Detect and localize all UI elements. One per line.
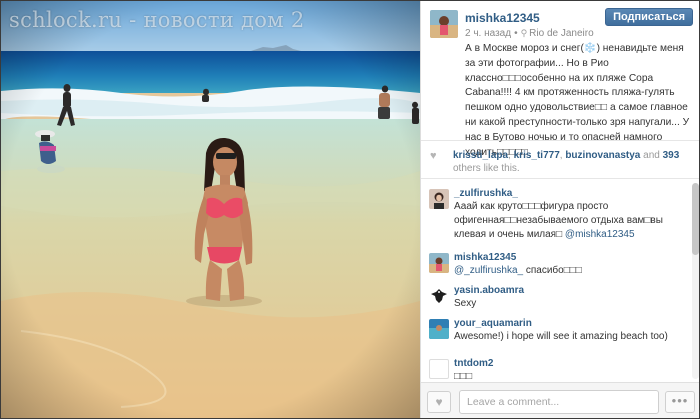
comment-body: Sexy (454, 298, 477, 309)
commenter-avatar[interactable] (429, 253, 449, 273)
more-options-button[interactable]: ••• (665, 391, 695, 413)
comment-input[interactable] (459, 390, 659, 414)
commenter-avatar[interactable] (429, 319, 449, 339)
site-watermark: schlock.ru - новости дом 2 (9, 8, 305, 32)
like-button[interactable]: ♥ (427, 391, 451, 413)
post-header: mishka12345 Подписаться 2 ч. назад • ⚲ Rio … (421, 1, 699, 158)
comment-item: mishka12345 @_zulfirushka_ спасибо□□□ (421, 252, 689, 285)
heart-icon: ♥ (435, 395, 443, 409)
comment-body: спасибо□□□ (523, 265, 582, 276)
post-photo[interactable]: schlock.ru - новости дом 2 (1, 1, 420, 418)
post-meta: 2 ч. назад • ⚲ Rio de Janeiro (465, 28, 594, 39)
comment-item: _zulfirushka_ Ааай как круто□□□фигура пр… (421, 188, 689, 252)
eagle-logo-icon (431, 289, 447, 303)
comments-scrollbar[interactable] (692, 183, 699, 379)
comment-body: Awesome!) i hope will see it amazing bea… (454, 331, 668, 342)
comment-username[interactable]: yasin.aboamra (454, 285, 683, 297)
commenter-avatar[interactable] (429, 359, 449, 379)
comment-username[interactable]: tntdom2 (454, 358, 683, 370)
comment-text: @_zulfirushka_ спасибо□□□ (454, 264, 683, 278)
instagram-embed: schlock.ru - новости дом 2 mishka12345 П… (0, 0, 700, 419)
comment-username[interactable]: your_aquamarin (454, 318, 683, 330)
post-location[interactable]: Rio de Janeiro (529, 28, 593, 39)
commenter-avatar[interactable] (429, 189, 449, 209)
liker-username[interactable]: kris_ti777 (514, 150, 560, 161)
post-time[interactable]: 2 ч. назад (465, 28, 511, 39)
beach-photo (1, 1, 420, 418)
likes-and: and (643, 150, 660, 161)
comment-username[interactable]: _zulfirushka_ (454, 188, 683, 200)
comment-item: tntdom2 □□□ (421, 358, 689, 382)
liker-username[interactable]: krissti_lapa (453, 150, 508, 161)
meta-separator: • (514, 28, 518, 39)
comment-item: yasin.aboamra Sexy (421, 285, 689, 318)
avatar-image-icon (429, 319, 449, 339)
comment-item: your_aquamarin Awesome!) i hope will see… (421, 318, 689, 358)
comment-text: Ааай как круто□□□фигура просто офигенная… (454, 200, 683, 242)
comment-bar: ♥ ••• (421, 382, 699, 418)
likes-count[interactable]: 393 (663, 150, 680, 161)
liker-username[interactable]: buzinovanastya (565, 150, 640, 161)
comment-body: □□□ (454, 371, 473, 382)
comment-mention[interactable]: @_zulfirushka_ (454, 265, 523, 276)
author-avatar[interactable] (430, 10, 458, 38)
likes-others: others like this. (453, 163, 520, 174)
comments-list[interactable]: _zulfirushka_ Ааай как круто□□□фигура пр… (421, 181, 689, 382)
heart-icon: ♥ (430, 150, 437, 162)
post-sidebar: mishka12345 Подписаться 2 ч. назад • ⚲ Rio … (420, 1, 699, 418)
likes-summary: ♥ krissti_lapa, kris_ti777, buzinovanast… (421, 141, 699, 179)
avatar-image-icon (430, 10, 458, 38)
author-username[interactable]: mishka12345 (465, 11, 540, 25)
scrollbar-thumb[interactable] (692, 183, 699, 255)
follow-button[interactable]: Подписаться (605, 8, 693, 26)
comment-username[interactable]: mishka12345 (454, 252, 683, 264)
avatar-image-icon (429, 253, 449, 273)
avatar-image-icon (429, 189, 449, 209)
comment-mention[interactable]: @mishka12345 (565, 229, 635, 240)
commenter-avatar[interactable] (429, 286, 449, 306)
pin-icon: ⚲ (520, 28, 528, 38)
